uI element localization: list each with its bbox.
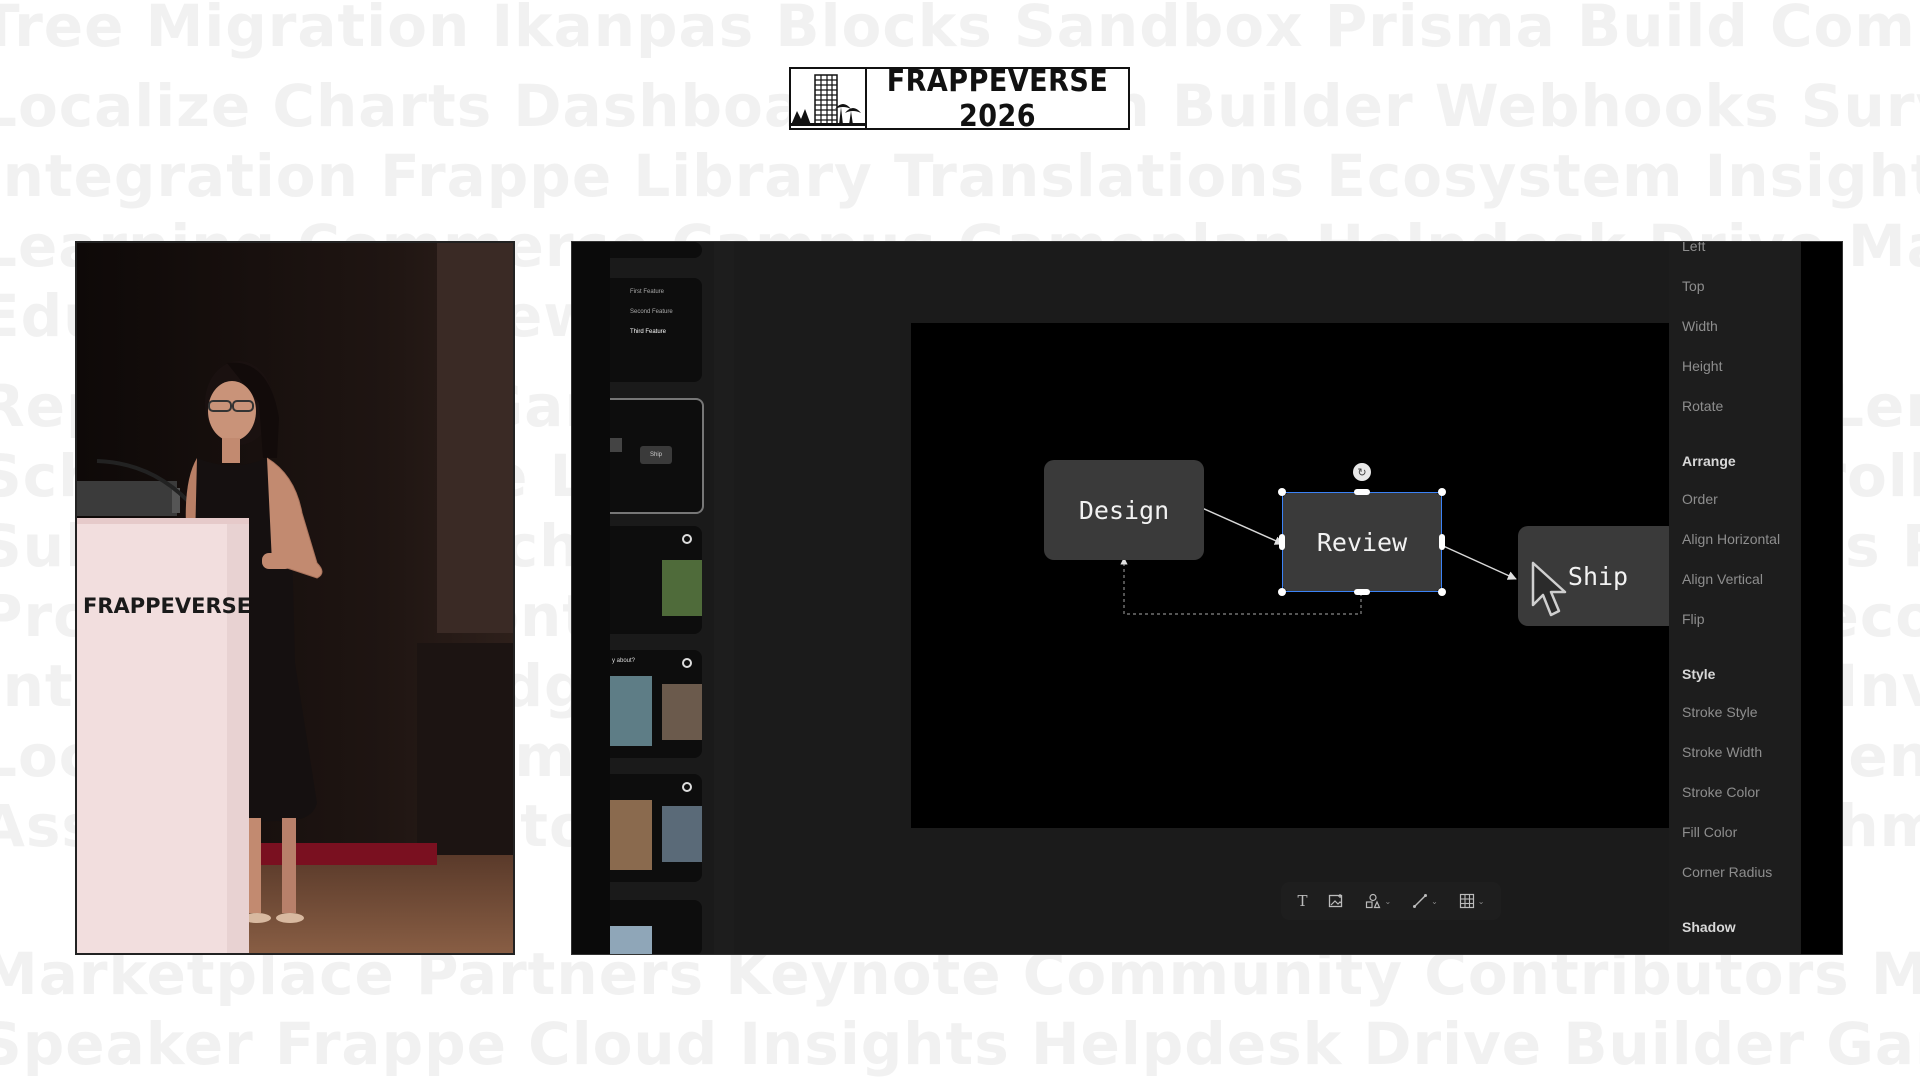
screen-share: First Feature Second Feature Third Featu… bbox=[571, 241, 1843, 955]
slide-thumb[interactable]: First Feature Second Feature Third Featu… bbox=[610, 278, 702, 382]
editor-canvas[interactable]: Design Review Ship ↻ T ⌄ ⌄ ⌄ bbox=[734, 242, 1811, 954]
section-style: Style bbox=[1682, 666, 1716, 682]
text-tool[interactable]: T bbox=[1297, 892, 1307, 910]
text-icon: T bbox=[1297, 892, 1308, 910]
chevron-down-icon: ⌄ bbox=[1384, 896, 1392, 906]
prop-fill-color[interactable]: Fill Color bbox=[1682, 824, 1737, 840]
thumb-text: Second Feature bbox=[630, 309, 673, 315]
table-tool[interactable]: ⌄ bbox=[1459, 893, 1485, 909]
link-icon bbox=[682, 534, 692, 544]
thumb-image bbox=[610, 800, 652, 870]
rotate-icon[interactable]: ↻ bbox=[1353, 463, 1371, 481]
panel-divider bbox=[714, 242, 734, 954]
table-icon bbox=[1459, 893, 1474, 909]
resize-handle[interactable] bbox=[1279, 534, 1285, 550]
prop-stroke-width[interactable]: Stroke Width bbox=[1682, 744, 1762, 760]
stage-scene: FRAPPEVERSE bbox=[77, 243, 513, 953]
prop-stroke-style[interactable]: Stroke Style bbox=[1682, 704, 1757, 720]
prop-order[interactable]: Order bbox=[1682, 491, 1718, 507]
logo-text: FRAPPEVERSE 2026 bbox=[886, 63, 1109, 134]
thumb-text: y about? bbox=[612, 658, 636, 664]
resize-handle[interactable] bbox=[1439, 534, 1445, 550]
slide-thumbnails[interactable]: First Feature Second Feature Third Featu… bbox=[610, 242, 714, 954]
resize-handle[interactable] bbox=[1278, 588, 1286, 596]
building-logo-icon bbox=[791, 69, 867, 128]
node-design[interactable]: Design bbox=[1044, 460, 1204, 560]
resize-handle[interactable] bbox=[1354, 489, 1370, 495]
chevron-down-icon: ⌄ bbox=[1431, 896, 1438, 906]
thumb-image bbox=[610, 676, 652, 746]
prop-align-vertical[interactable]: Align Vertical bbox=[1682, 571, 1763, 587]
event-logo: FRAPPEVERSE 2026 bbox=[789, 64, 1130, 134]
thumb-image bbox=[662, 560, 702, 616]
prop-left[interactable]: Left bbox=[1682, 242, 1705, 254]
slide-thumb[interactable] bbox=[610, 526, 702, 634]
cursor-icon bbox=[1531, 561, 1567, 617]
line-icon bbox=[1413, 894, 1428, 908]
prop-rotate[interactable]: Rotate bbox=[1682, 398, 1723, 414]
section-shadow: Shadow bbox=[1682, 919, 1736, 935]
link-icon bbox=[682, 658, 692, 668]
prop-corner-radius[interactable]: Corner Radius bbox=[1682, 864, 1772, 880]
prop-top[interactable]: Top bbox=[1682, 278, 1705, 294]
prop-flip[interactable]: Flip bbox=[1682, 611, 1705, 627]
selection-box[interactable] bbox=[1282, 492, 1442, 592]
slide-thumb[interactable]: y about? bbox=[610, 650, 702, 758]
resize-handle[interactable] bbox=[1438, 488, 1446, 496]
line-tool[interactable]: ⌄ bbox=[1412, 893, 1438, 909]
thumb-text: Third Feature bbox=[630, 329, 667, 335]
thumb-node: Ship bbox=[640, 446, 672, 464]
properties-panel: Left Top Width Height Rotate Arrange Ord… bbox=[1669, 242, 1801, 954]
resize-handle[interactable] bbox=[1278, 488, 1286, 496]
prop-width[interactable]: Width bbox=[1682, 318, 1718, 334]
section-arrange: Arrange bbox=[1682, 453, 1736, 469]
slide-thumb[interactable] bbox=[610, 774, 702, 882]
left-edge bbox=[572, 242, 610, 954]
thumb-image bbox=[610, 926, 652, 954]
thumb-image bbox=[662, 806, 702, 862]
podium-text: FRAPPEVERSE bbox=[83, 594, 251, 618]
insert-toolbar: T ⌄ ⌄ ⌄ bbox=[1281, 882, 1501, 920]
image-tool[interactable] bbox=[1328, 893, 1344, 909]
image-icon bbox=[1329, 894, 1343, 908]
speaker-video: FRAPPEVERSE bbox=[75, 241, 515, 955]
resize-handle[interactable] bbox=[1438, 588, 1446, 596]
arrow-design-review[interactable] bbox=[1201, 507, 1284, 545]
slide-thumb-active[interactable]: Ship bbox=[610, 398, 704, 514]
resize-handle[interactable] bbox=[1354, 589, 1370, 595]
thumb-text: First Feature bbox=[630, 289, 665, 295]
thumb-image bbox=[662, 684, 702, 740]
prop-height[interactable]: Height bbox=[1682, 358, 1722, 374]
prop-stroke-color[interactable]: Stroke Color bbox=[1682, 784, 1760, 800]
slide-thumb[interactable] bbox=[610, 900, 702, 954]
slide-thumb[interactable] bbox=[610, 242, 702, 258]
arrow-review-ship[interactable] bbox=[1440, 544, 1517, 580]
shape-tool[interactable]: ⌄ bbox=[1365, 893, 1391, 909]
link-icon bbox=[682, 782, 692, 792]
chevron-down-icon: ⌄ bbox=[1477, 896, 1485, 906]
thumb-node bbox=[610, 438, 622, 452]
right-edge bbox=[1801, 242, 1842, 954]
prop-align-horizontal[interactable]: Align Horizontal bbox=[1682, 531, 1780, 547]
shapes-icon bbox=[1366, 893, 1381, 909]
